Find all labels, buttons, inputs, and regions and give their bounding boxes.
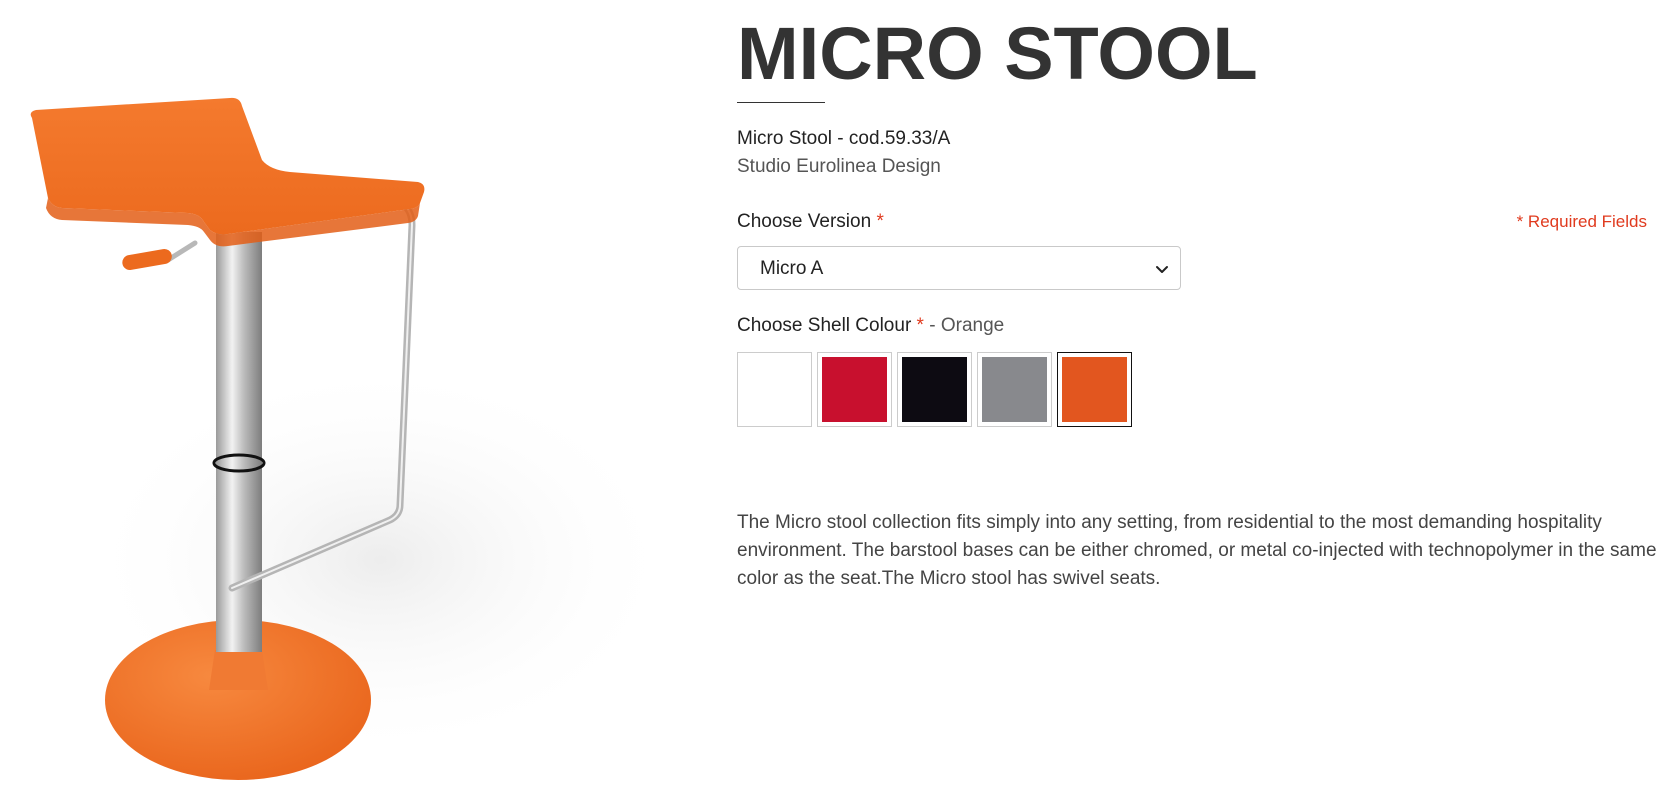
- colour-swatch-fill: [742, 357, 807, 422]
- colour-swatch[interactable]: [817, 352, 892, 427]
- page-title: MICRO STOOL: [737, 12, 1258, 95]
- required-fields-note: * Required Fields: [1516, 212, 1647, 231]
- colour-swatch-fill: [1062, 357, 1127, 422]
- version-required-marker: *: [876, 211, 884, 232]
- stool-column: [216, 232, 262, 652]
- selected-colour-name: - Orange: [929, 315, 1005, 336]
- product-designer: Studio Eurolinea Design: [737, 156, 941, 177]
- product-description: The Micro stool collection fits simply i…: [737, 512, 1657, 589]
- chevron-down-icon: [1156, 266, 1168, 273]
- shell-colour-required-marker: *: [916, 315, 924, 336]
- colour-swatch-fill: [822, 357, 887, 422]
- version-select-value: Micro A: [760, 258, 824, 279]
- version-label-text: Choose Version: [737, 211, 872, 232]
- colour-swatch[interactable]: [897, 352, 972, 427]
- stool-lever: [122, 248, 172, 271]
- colour-swatch[interactable]: [737, 352, 812, 427]
- shell-colour-label-text: Choose Shell Colour: [737, 315, 912, 336]
- colour-swatch[interactable]: [977, 352, 1052, 427]
- title-divider: [737, 102, 825, 103]
- colour-swatch[interactable]: [1057, 352, 1132, 427]
- version-select[interactable]: Micro A: [737, 246, 1181, 290]
- product-details: MICRO STOOL Micro Stool - cod.59.33/A St…: [737, 0, 1657, 804]
- colour-swatch-fill: [902, 357, 967, 422]
- version-label: Choose Version *: [737, 211, 884, 233]
- product-code: Micro Stool - cod.59.33/A: [737, 128, 951, 149]
- colour-swatch-fill: [982, 357, 1047, 422]
- product-image: [0, 0, 700, 804]
- micro-stool-illustration: [30, 97, 680, 780]
- product-page: MICRO STOOL Micro Stool - cod.59.33/A St…: [0, 0, 1663, 804]
- shell-colour-label: Choose Shell Colour * - Orange: [737, 315, 1004, 337]
- colour-swatch-list: [737, 352, 1132, 428]
